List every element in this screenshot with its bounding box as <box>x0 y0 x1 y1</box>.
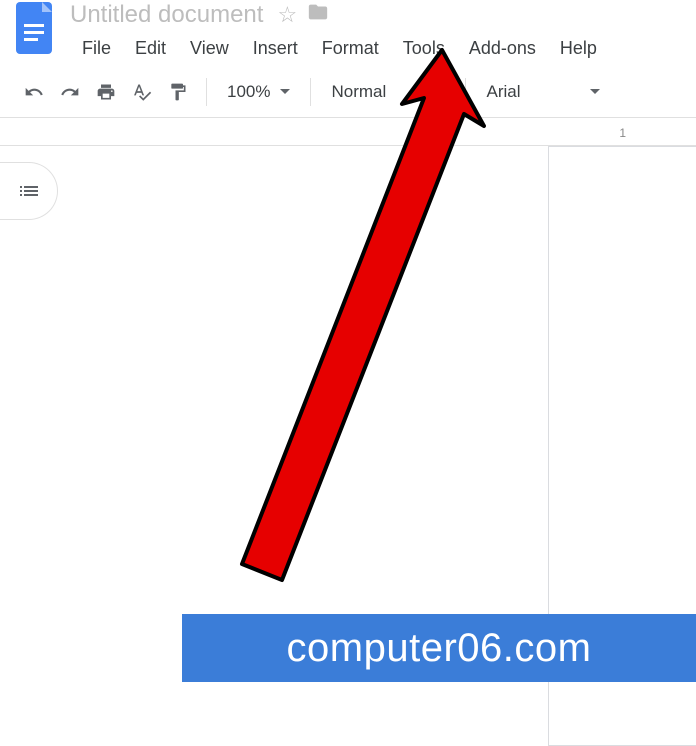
menu-insert[interactable]: Insert <box>241 34 310 63</box>
star-icon[interactable]: ☆ <box>277 2 297 28</box>
zoom-dropdown[interactable]: 100% <box>219 76 298 108</box>
watermark-text: computer06.com <box>287 626 592 671</box>
paint-format-button[interactable] <box>162 76 194 108</box>
toolbar-separator <box>310 78 311 106</box>
ruler-mark: 1 <box>619 126 626 140</box>
menu-help[interactable]: Help <box>548 34 609 63</box>
docs-logo[interactable] <box>12 0 56 56</box>
chevron-down-icon <box>435 89 445 94</box>
menu-edit[interactable]: Edit <box>123 34 178 63</box>
chevron-down-icon <box>590 89 600 94</box>
menu-tools[interactable]: Tools <box>391 34 457 63</box>
font-dropdown[interactable]: Arial <box>478 76 608 108</box>
redo-button[interactable] <box>54 76 86 108</box>
title-area: Untitled document ☆ File Edit View Inser… <box>70 0 696 66</box>
chevron-down-icon <box>280 89 290 94</box>
style-value: Normal <box>331 82 386 102</box>
outline-toggle-button[interactable] <box>0 162 58 220</box>
folder-icon[interactable] <box>307 1 329 29</box>
menu-view[interactable]: View <box>178 34 241 63</box>
header: Untitled document ☆ File Edit View Inser… <box>0 0 696 66</box>
font-value: Arial <box>486 82 520 102</box>
toolbar-separator <box>206 78 207 106</box>
paragraph-style-dropdown[interactable]: Normal <box>323 76 453 108</box>
ruler: 1 <box>0 124 696 146</box>
title-row: Untitled document ☆ <box>70 0 696 30</box>
print-button[interactable] <box>90 76 122 108</box>
toolbar: 100% Normal Arial <box>0 66 696 118</box>
undo-button[interactable] <box>18 76 50 108</box>
toolbar-separator <box>465 78 466 106</box>
menu-format[interactable]: Format <box>310 34 391 63</box>
zoom-value: 100% <box>227 82 270 102</box>
spellcheck-button[interactable] <box>126 76 158 108</box>
menu-addons[interactable]: Add-ons <box>457 34 548 63</box>
menubar: File Edit View Insert Format Tools Add-o… <box>70 30 696 66</box>
menu-file[interactable]: File <box>70 34 123 63</box>
watermark-bar: computer06.com <box>182 614 696 682</box>
document-title[interactable]: Untitled document <box>70 1 263 29</box>
